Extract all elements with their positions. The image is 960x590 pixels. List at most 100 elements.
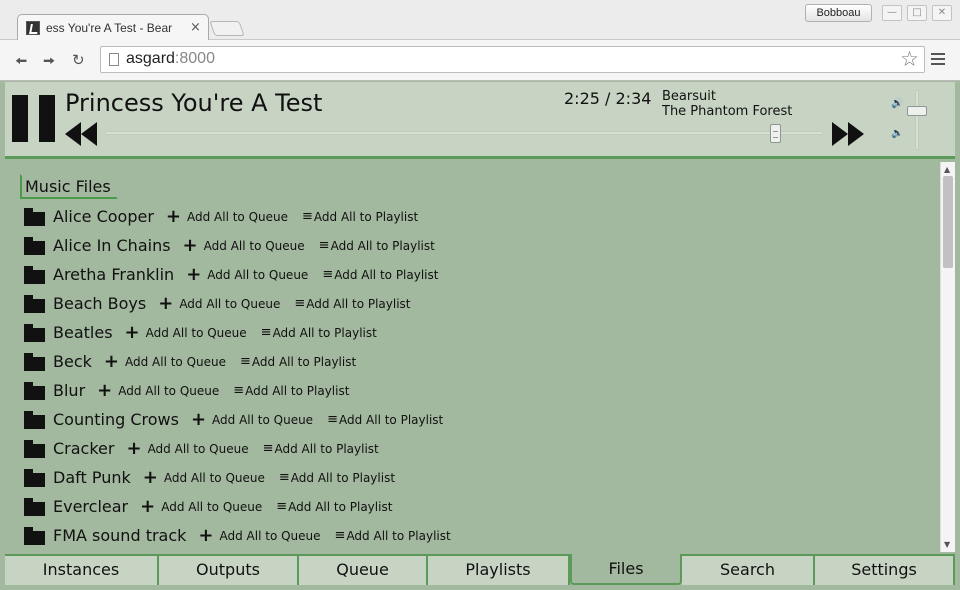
plus-icon[interactable]: + xyxy=(191,410,206,429)
add-all-to-playlist-link[interactable]: Add All to Playlist xyxy=(331,239,435,253)
volume-up-icon[interactable]: 🔊 xyxy=(891,98,903,109)
list-icon[interactable]: ≡ xyxy=(322,268,333,281)
address-bar[interactable]: asgard:8000 ☆ xyxy=(100,46,925,73)
folder-icon[interactable] xyxy=(24,237,45,255)
add-all-to-queue-link[interactable]: Add All to Queue xyxy=(212,413,313,427)
folder-icon[interactable] xyxy=(24,266,45,284)
add-all-to-playlist-link[interactable]: Add All to Playlist xyxy=(252,355,356,369)
folder-icon[interactable] xyxy=(24,382,45,400)
profile-button[interactable]: Bobboau xyxy=(805,4,872,22)
list-icon[interactable]: ≡ xyxy=(233,384,244,397)
add-all-to-queue-link[interactable]: Add All to Queue xyxy=(187,210,288,224)
folder-name[interactable]: Cracker xyxy=(53,439,114,458)
minimize-button[interactable]: — xyxy=(882,5,902,21)
folder-icon[interactable] xyxy=(24,498,45,516)
folder-icon[interactable] xyxy=(24,295,45,313)
folder-icon[interactable] xyxy=(24,411,45,429)
url-text[interactable]: asgard:8000 xyxy=(126,50,215,68)
folder-name[interactable]: Blur xyxy=(53,381,85,400)
plus-icon[interactable]: + xyxy=(125,323,140,342)
plus-icon[interactable]: + xyxy=(183,236,198,255)
folder-name[interactable]: Beatles xyxy=(53,323,113,342)
list-icon[interactable]: ≡ xyxy=(327,413,338,426)
seek-handle[interactable] xyxy=(769,124,781,143)
add-all-to-queue-link[interactable]: Add All to Queue xyxy=(161,500,262,514)
list-icon[interactable]: ≡ xyxy=(335,529,346,542)
add-all-to-queue-link[interactable]: Add All to Queue xyxy=(118,384,219,398)
plus-icon[interactable]: + xyxy=(140,497,155,516)
folder-icon[interactable] xyxy=(24,527,45,545)
list-icon[interactable]: ≡ xyxy=(261,326,272,339)
add-all-to-queue-link[interactable]: Add All to Queue xyxy=(125,355,226,369)
folder-icon[interactable] xyxy=(24,208,45,226)
folder-name[interactable]: Everclear xyxy=(53,497,128,516)
add-all-to-playlist-link[interactable]: Add All to Playlist xyxy=(346,529,450,543)
folder-icon[interactable] xyxy=(24,353,45,371)
close-icon[interactable]: × xyxy=(190,20,201,35)
plus-icon[interactable]: + xyxy=(198,526,213,545)
list-icon[interactable]: ≡ xyxy=(263,442,274,455)
add-all-to-playlist-link[interactable]: Add All to Playlist xyxy=(339,413,443,427)
folder-name[interactable]: FMA sound track xyxy=(53,526,186,545)
scrollbar[interactable]: ▲ ▼ xyxy=(940,162,955,552)
breadcrumb[interactable]: Music Files xyxy=(20,174,118,199)
list-icon[interactable]: ≡ xyxy=(302,210,313,223)
scroll-down-arrow-icon[interactable]: ▼ xyxy=(944,540,950,549)
plus-icon[interactable]: + xyxy=(104,352,119,371)
folder-icon[interactable] xyxy=(24,469,45,487)
add-all-to-playlist-link[interactable]: Add All to Playlist xyxy=(288,500,392,514)
forward-arrow-icon[interactable]: 🠪 xyxy=(43,51,55,76)
tab-search[interactable]: Search xyxy=(682,554,815,585)
scroll-up-arrow-icon[interactable]: ▲ xyxy=(944,165,950,174)
window-close-button[interactable]: ✕ xyxy=(932,5,952,21)
add-all-to-playlist-link[interactable]: Add All to Playlist xyxy=(245,384,349,398)
back-arrow-icon[interactable]: 🠨 xyxy=(15,51,27,76)
folder-name[interactable]: Alice In Chains xyxy=(53,236,171,255)
add-all-to-playlist-link[interactable]: Add All to Playlist xyxy=(314,210,418,224)
tab-outputs[interactable]: Outputs xyxy=(159,554,299,585)
scrollbar-thumb[interactable] xyxy=(943,176,953,268)
previous-track-icon[interactable] xyxy=(65,122,97,146)
tab-settings[interactable]: Settings xyxy=(815,554,955,585)
volume-down-icon[interactable]: 🔈 xyxy=(891,128,903,139)
volume-handle[interactable] xyxy=(907,106,927,116)
plus-icon[interactable]: + xyxy=(166,207,181,226)
folder-name[interactable]: Daft Punk xyxy=(53,468,131,487)
plus-icon[interactable]: + xyxy=(143,468,158,487)
list-icon[interactable]: ≡ xyxy=(276,500,287,513)
add-all-to-playlist-link[interactable]: Add All to Playlist xyxy=(334,268,438,282)
new-tab-button[interactable] xyxy=(209,21,245,36)
next-track-icon[interactable] xyxy=(832,122,864,146)
add-all-to-queue-link[interactable]: Add All to Queue xyxy=(207,268,308,282)
plus-icon[interactable]: + xyxy=(97,381,112,400)
add-all-to-queue-link[interactable]: Add All to Queue xyxy=(220,529,321,543)
add-all-to-playlist-link[interactable]: Add All to Playlist xyxy=(273,326,377,340)
seek-bar[interactable] xyxy=(105,131,823,135)
add-all-to-queue-link[interactable]: Add All to Queue xyxy=(204,239,305,253)
add-all-to-queue-link[interactable]: Add All to Queue xyxy=(179,297,280,311)
folder-name[interactable]: Beck xyxy=(53,352,92,371)
browser-tab[interactable]: ess You're A Test - Bear × xyxy=(17,14,209,42)
list-icon[interactable]: ≡ xyxy=(319,239,330,252)
add-all-to-playlist-link[interactable]: Add All to Playlist xyxy=(306,297,410,311)
plus-icon[interactable]: + xyxy=(158,294,173,313)
star-icon[interactable]: ☆ xyxy=(900,47,919,71)
folder-name[interactable]: Aretha Franklin xyxy=(53,265,174,284)
folder-icon[interactable] xyxy=(24,440,45,458)
volume-slider[interactable] xyxy=(915,90,919,150)
pause-icon[interactable] xyxy=(12,95,60,143)
reload-icon[interactable]: ↻ xyxy=(72,51,85,69)
list-icon[interactable]: ≡ xyxy=(240,355,251,368)
plus-icon[interactable]: + xyxy=(186,265,201,284)
folder-icon[interactable] xyxy=(24,324,45,342)
folder-name[interactable]: Alice Cooper xyxy=(53,207,154,226)
add-all-to-playlist-link[interactable]: Add All to Playlist xyxy=(275,442,379,456)
plus-icon[interactable]: + xyxy=(126,439,141,458)
tab-queue[interactable]: Queue xyxy=(299,554,428,585)
maximize-button[interactable]: □ xyxy=(907,5,927,21)
add-all-to-queue-link[interactable]: Add All to Queue xyxy=(148,442,249,456)
list-icon[interactable]: ≡ xyxy=(294,297,305,310)
tab-playlists[interactable]: Playlists xyxy=(428,554,570,585)
hamburger-menu-icon[interactable] xyxy=(931,53,945,66)
folder-name[interactable]: Counting Crows xyxy=(53,410,179,429)
